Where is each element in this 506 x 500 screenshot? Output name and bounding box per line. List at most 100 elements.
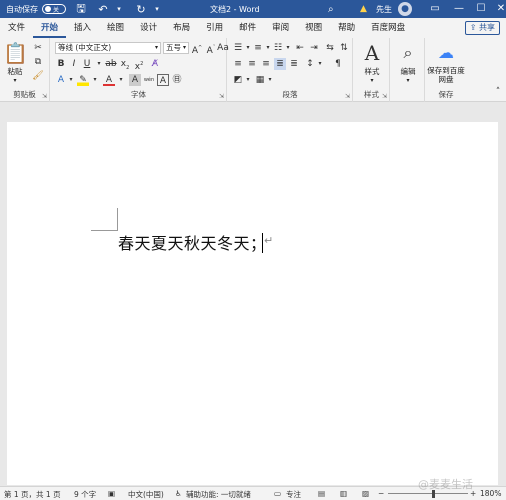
page-count[interactable]: 第 1 页，共 1 页	[4, 489, 61, 500]
decrease-indent-icon[interactable]: ⇤	[294, 42, 306, 54]
font-name-value: 等线 (中文正文)	[58, 43, 112, 52]
proofing-icon[interactable]: ▣	[108, 489, 115, 498]
underline-dropdown-icon[interactable]: ▾	[93, 58, 105, 70]
sort-icon[interactable]: ⇅	[338, 42, 350, 54]
document-page[interactable]: 春天夏天秋天冬天； ↵	[7, 122, 498, 485]
paste-button[interactable]: 📋 粘贴 ▾	[3, 40, 28, 84]
collapse-ribbon-icon[interactable]: ˄	[492, 86, 504, 98]
italic-icon[interactable]: I	[68, 58, 80, 70]
undo-icon[interactable]: ↶	[96, 3, 110, 16]
bold-icon[interactable]: B	[55, 58, 67, 70]
shrink-font-icon[interactable]: Aˇ	[205, 42, 217, 56]
close-icon[interactable]: ✕	[488, 0, 506, 18]
grow-font-icon[interactable]: A^	[191, 42, 203, 56]
redo-icon[interactable]: ↻	[134, 3, 148, 16]
enclose-characters-icon[interactable]: ㊐	[171, 74, 183, 86]
phonetic-guide-icon[interactable]: wén	[143, 74, 155, 86]
customize-toolbar-icon[interactable]: ▾	[150, 5, 164, 13]
clipboard-launcher-icon[interactable]: ⇲	[42, 93, 47, 100]
justify-icon[interactable]: ≣	[274, 58, 286, 70]
editing-button[interactable]: ⌕ 编辑 ▾	[393, 40, 423, 84]
text-effects-dropdown-icon[interactable]: ▾	[65, 74, 77, 86]
tab-help[interactable]: 帮助	[330, 18, 363, 38]
distributed-icon[interactable]: ≣	[288, 58, 300, 70]
chinese-layout-icon[interactable]: ⇆	[324, 42, 336, 54]
align-center-icon[interactable]: ≡	[246, 58, 258, 70]
cut-icon[interactable]: ✂	[32, 42, 44, 54]
tab-review[interactable]: 审阅	[264, 18, 297, 38]
title-bar: 自动保存 关 🖫 ↶ ▾ ↻ ▾ 文档2 - Word ⌕ ▲ 先生 ● ▭ —…	[0, 0, 506, 18]
zoom-slider[interactable]	[388, 493, 468, 494]
autosave-toggle[interactable]: 关	[42, 4, 66, 14]
zoom-out-icon[interactable]: −	[378, 489, 384, 498]
text-cursor	[262, 233, 263, 253]
font-name-select[interactable]: 等线 (中文正文) ▾	[55, 42, 161, 54]
subscript-icon[interactable]: x2	[119, 58, 131, 71]
avatar[interactable]: ●	[398, 2, 412, 16]
font-color-icon[interactable]: A	[103, 74, 115, 86]
editing-group: ⌕ 编辑 ▾	[391, 38, 425, 102]
ribbon: 📋 粘贴 ▾ ✂ ⧉ 🖌 剪贴板 ⇲ 等线 (中文正文) ▾ 五号 ▾ A^ Aˇ …	[0, 38, 506, 102]
find-icon: ⌕	[403, 43, 413, 62]
tab-insert[interactable]: 插入	[66, 18, 99, 38]
align-right-icon[interactable]: ≡	[260, 58, 272, 70]
styles-icon: A	[364, 41, 380, 65]
styles-launcher-icon[interactable]: ⇲	[382, 93, 387, 100]
word-count[interactable]: 9 个字	[74, 489, 96, 500]
superscript-icon[interactable]: x2	[133, 58, 145, 72]
styles-label: 样式	[364, 67, 380, 76]
multilevel-dropdown-icon[interactable]: ▾	[282, 42, 294, 54]
show-hide-marks-icon[interactable]: ¶	[332, 58, 344, 70]
web-layout-icon[interactable]: ▨	[362, 489, 369, 498]
tab-home[interactable]: 开始	[33, 18, 67, 38]
accessibility-status[interactable]: 辅助功能: 一切就绪	[186, 489, 251, 500]
print-layout-icon[interactable]: ▥	[340, 489, 347, 498]
styles-button[interactable]: A 样式 ▾	[356, 40, 388, 84]
format-painter-icon[interactable]: 🖌	[32, 70, 44, 82]
margin-corner-mark	[117, 208, 118, 230]
baidu-cloud-icon: ☁	[438, 43, 454, 62]
copy-icon[interactable]: ⧉	[32, 56, 44, 68]
highlight-dropdown-icon[interactable]: ▾	[89, 74, 101, 86]
search-icon[interactable]: ⌕	[328, 4, 334, 15]
vertical-scrollbar[interactable]	[498, 122, 506, 485]
focus-icon: ▭	[274, 489, 282, 498]
tab-references[interactable]: 引用	[198, 18, 231, 38]
align-left-icon[interactable]: ≡	[232, 58, 244, 70]
underline-icon[interactable]: U	[81, 58, 93, 70]
font-color-dropdown-icon[interactable]: ▾	[115, 74, 127, 86]
font-size-select[interactable]: 五号 ▾	[163, 42, 189, 54]
tab-design[interactable]: 设计	[132, 18, 165, 38]
tab-view[interactable]: 视图	[297, 18, 330, 38]
borders-dropdown-icon[interactable]: ▾	[264, 74, 276, 86]
user-name[interactable]: 先生	[376, 4, 392, 15]
paragraph-launcher-icon[interactable]: ⇲	[345, 93, 350, 100]
strikethrough-icon[interactable]: ab	[105, 58, 117, 70]
tab-layout[interactable]: 布局	[165, 18, 198, 38]
ribbon-display-icon[interactable]: ▭	[422, 0, 448, 18]
increase-indent-icon[interactable]: ⇥	[308, 42, 320, 54]
highlight-icon[interactable]: ✎	[77, 74, 89, 86]
save-icon[interactable]: 🖫	[74, 0, 88, 19]
language[interactable]: 中文(中国)	[128, 489, 164, 500]
shading-dropdown-icon[interactable]: ▾	[242, 74, 254, 86]
font-launcher-icon[interactable]: ⇲	[219, 93, 224, 100]
undo-dropdown-icon[interactable]: ▾	[112, 5, 126, 13]
warning-icon[interactable]: ▲	[360, 4, 367, 14]
save-to-baidu-button[interactable]: ☁ 保存到百度网盘	[426, 40, 466, 84]
line-spacing-dropdown-icon[interactable]: ▾	[314, 58, 326, 70]
tab-baidu-netdisk[interactable]: 百度网盘	[363, 18, 413, 38]
share-button[interactable]: ⇪ 共享	[464, 21, 500, 35]
save-group: ☁ 保存到百度网盘 保存	[426, 38, 466, 102]
tab-draw[interactable]: 绘图	[99, 18, 132, 38]
focus-mode[interactable]: 专注	[286, 489, 301, 500]
tab-mailings[interactable]: 邮件	[231, 18, 264, 38]
document-text[interactable]: 春天夏天秋天冬天；	[118, 230, 267, 254]
character-shading-icon[interactable]: A	[129, 74, 141, 86]
clear-formatting-icon[interactable]: A̸	[149, 58, 161, 70]
zoom-level[interactable]: 180%	[480, 489, 501, 498]
tab-file[interactable]: 文件	[0, 18, 33, 38]
character-border-icon[interactable]: A	[157, 74, 169, 86]
paste-dropdown-icon[interactable]: ▾	[3, 77, 27, 84]
read-mode-icon[interactable]: ▤	[318, 489, 325, 498]
